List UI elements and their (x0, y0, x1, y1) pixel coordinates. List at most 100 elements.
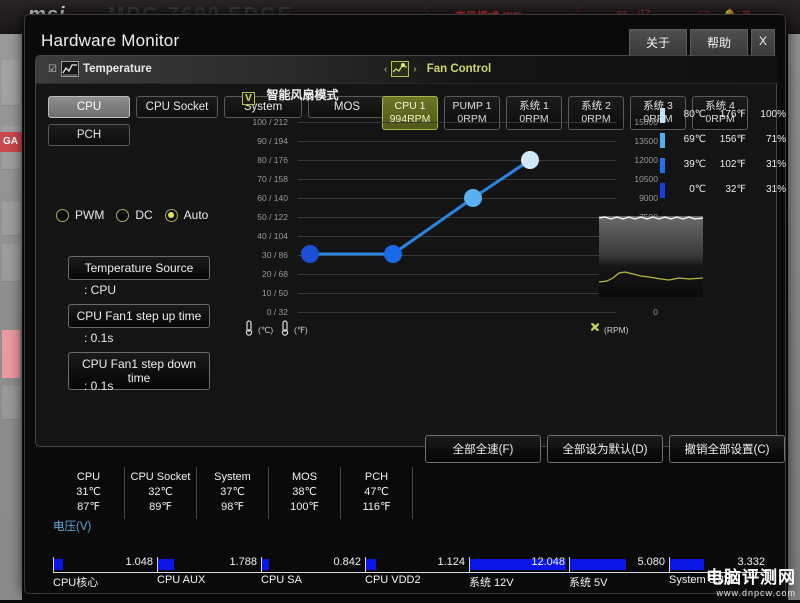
voltage-cpu-sa-label: CPU SA (261, 574, 302, 586)
y-tick-left: 40 / 104 (257, 231, 288, 241)
curve-point-1 (301, 245, 319, 263)
y-tick-left: 10 / 50 (262, 288, 288, 298)
smart-fan-mode-label: 智能风扇模式 (266, 88, 339, 102)
voltage-cpu-core: 1.048 CPU核心 (53, 555, 157, 589)
temp-readout-pch-f: 116℉ (362, 501, 391, 513)
voltage-cpu-aux-value: 1.788 (229, 556, 257, 568)
smart-fan-checkbox[interactable]: V (242, 92, 255, 105)
smart-fan-mode-row[interactable]: V 智能风扇模式 (242, 86, 338, 106)
all-full-speed-button[interactable]: 全部全速(F) (425, 435, 541, 463)
undo-all-button[interactable]: 撤销全部设置(C) (669, 435, 785, 463)
voltage-cpu-vdd2-label: CPU VDD2 (365, 574, 421, 586)
y-tick-left: 80 / 176 (257, 155, 288, 165)
voltage-cpu-vdd2: 1.124 CPU VDD2 (365, 555, 469, 589)
legend-fahrenheit: 156℉ (719, 134, 746, 145)
sensor-tab-cpu[interactable]: CPU (48, 96, 130, 118)
temp-readout-pch-name: PCH (364, 471, 389, 483)
radio-pwm-label: PWM (75, 208, 105, 222)
radio-pwm[interactable] (56, 208, 69, 222)
monitor-panel: ☑ Temperature ‹ › Fan Control CPU CPU So… (35, 55, 786, 447)
temp-readout-mos-c: 38℃ (292, 486, 317, 498)
legend-celsius: 39℃ (683, 159, 706, 170)
tab-temperature[interactable]: ☑ Temperature (48, 61, 152, 77)
legend-swatch (660, 133, 665, 148)
tab-fan-control-label: Fan Control (426, 63, 492, 75)
legend-swatch (660, 183, 665, 198)
temp-readout-cpu: CPU 31℃ 87℉ (53, 467, 125, 519)
y-tick-left: 60 / 140 (257, 193, 288, 203)
y-tick-left: 50 / 122 (257, 212, 288, 222)
tab-fan-control[interactable]: ‹ › Fan Control (384, 61, 491, 77)
bios-rail-badge: GA (0, 132, 22, 152)
temperature-source-value: : CPU (84, 283, 117, 297)
curve-point-4 (521, 151, 539, 169)
fan-chart-icon (391, 61, 410, 77)
temp-readout-cpu-socket-f: 89℉ (149, 501, 172, 513)
curve-point-3 (464, 189, 482, 207)
y-tick-right: 10500 (634, 174, 658, 184)
radio-dc[interactable] (116, 208, 130, 222)
voltage-bar-fill (262, 559, 269, 570)
sensor-tab-pch[interactable]: PCH (48, 124, 130, 146)
checkbox-icon: ☑ (48, 63, 57, 75)
temp-readout-cpu-socket-c: 32℃ (148, 486, 173, 498)
voltage-cpu-aux-label: CPU AUX (157, 574, 206, 586)
temp-readout-cpu-f: 87℉ (77, 501, 100, 513)
voltage-cpu-sa: 0.842 CPU SA (261, 555, 365, 589)
legend-duty: 31% (765, 159, 786, 170)
temp-readout-system: System 37℃ 98℉ (197, 467, 269, 519)
legend-duty: 100% (760, 109, 786, 120)
temp-readout-cpu-socket-name: CPU Socket (130, 471, 191, 483)
y-tick-left: 70 / 158 (257, 174, 288, 184)
legend-celsius: 80℃ (683, 109, 706, 120)
temp-readout-system-name: System (214, 471, 251, 483)
voltage-cpu-aux: 1.788 CPU AUX (157, 555, 261, 589)
all-default-button[interactable]: 全部设为默认(D) (547, 435, 663, 463)
temp-readout-cpu-socket: CPU Socket 32℃ 89℉ (125, 467, 197, 519)
fan-curve-chart: V 智能风扇模式 100 / 212 90 / 194 80 / 176 70 … (236, 86, 786, 446)
thermometer-fahrenheit-icon (280, 320, 291, 341)
voltage-baseline (469, 572, 569, 573)
y-tick-right: 15000 (634, 117, 658, 127)
chevron-right-icon[interactable]: › (413, 64, 416, 75)
temp-readout-mos-f: 100℉ (290, 501, 319, 513)
voltage-system-12v-label: 系统 12V (469, 577, 514, 589)
voltage-readouts: 1.048 CPU核心 1.788 CPU AUX 0.842 CPU SA 1… (53, 555, 769, 603)
close-button[interactable]: X (751, 29, 775, 56)
voltage-cpu-core-value: 1.048 (125, 556, 153, 568)
fan-icon (588, 320, 602, 339)
y-tick-left: 90 / 194 (257, 136, 288, 146)
voltage-cpu-sa-value: 0.842 (333, 556, 361, 568)
radio-auto[interactable] (164, 208, 178, 222)
bios-rail-block (2, 386, 20, 420)
voltage-baseline (53, 572, 157, 573)
temp-readout-mos: MOS 38℃ 100℉ (269, 467, 341, 519)
sensor-tab-cpu-socket[interactable]: CPU Socket (136, 96, 218, 118)
voltage-section-title: 电压(V) (53, 521, 92, 533)
voltage-system-12v-value: 12.048 (531, 556, 565, 568)
unit-celsius-label: (℃) (258, 325, 274, 335)
temperature-source-button[interactable]: Temperature Source (68, 256, 210, 280)
voltage-cpu-vdd2-value: 1.124 (437, 556, 465, 568)
y-tick-left: 0 / 32 (266, 307, 288, 317)
y-tick-left: 100 / 212 (252, 117, 288, 127)
rpm-trace (599, 216, 703, 220)
bios-right-rail (788, 34, 800, 600)
temp-readout-system-f: 98℉ (221, 501, 244, 513)
voltage-bar-fill (366, 559, 376, 570)
about-button[interactable]: 关于 (629, 29, 687, 56)
temp-readout-system-c: 37℃ (220, 486, 245, 498)
voltage-system-5v-value: 5.080 (637, 556, 665, 568)
voltage-system-5v-label: 系统 5V (569, 577, 608, 589)
y-tick-right: 9000 (639, 193, 658, 203)
legend-fahrenheit: 102℉ (719, 159, 746, 170)
fan-curve-plot[interactable] (298, 122, 598, 314)
y-tick-right: 0 (653, 307, 658, 317)
chevron-left-icon[interactable]: ‹ (384, 64, 387, 75)
step-up-time-button[interactable]: CPU Fan1 step up time (68, 304, 210, 328)
voltage-system-5v: 5.080 系统 5V (569, 555, 669, 589)
temperature-readouts: CPU 31℃ 87℉ CPU Socket 32℃ 89℉ System 37… (53, 467, 413, 519)
voltage-baseline (569, 572, 669, 573)
help-button[interactable]: 帮助 (690, 29, 748, 56)
voltage-baseline (261, 572, 365, 573)
